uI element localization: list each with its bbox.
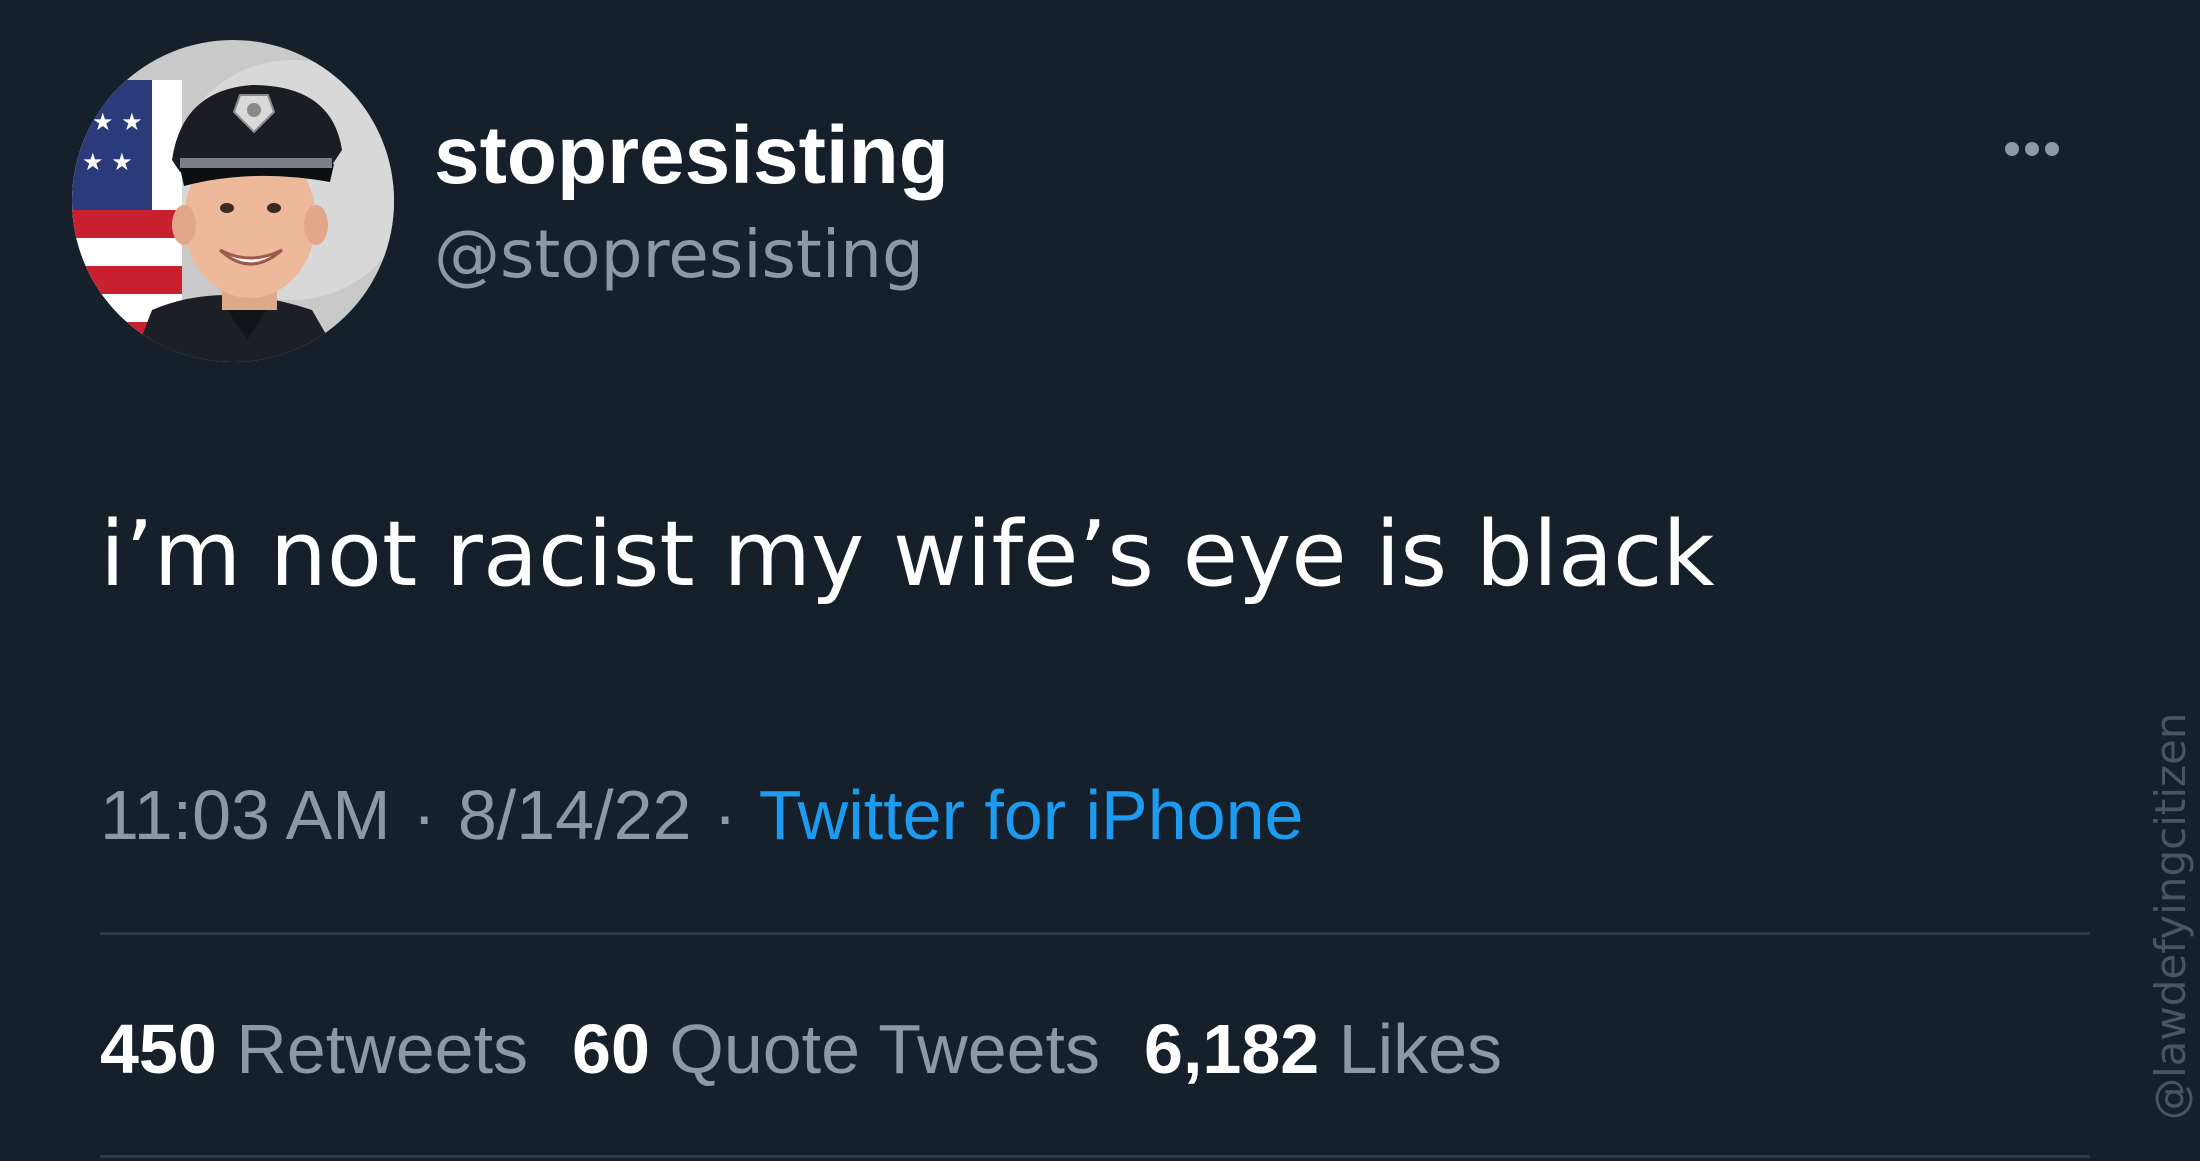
watermark: @lawdefyingcitizen [2146, 712, 2195, 1120]
user-handle[interactable]: @stopresisting [434, 212, 924, 298]
meta-separator: · [412, 776, 436, 854]
tweet-meta: 11:03 AM · 8/14/22 · Twitter for iPhone [100, 770, 1303, 860]
svg-text:★ ★: ★ ★ [92, 108, 143, 136]
svg-text:★ ★: ★ ★ [82, 148, 133, 176]
quote-tweets-label: Quote Tweets [669, 1010, 1101, 1088]
likes-label: Likes [1338, 1010, 1503, 1088]
meta-separator: · [713, 776, 737, 854]
quote-tweets-stat[interactable]: 60 Quote Tweets [572, 1010, 1100, 1088]
divider [100, 932, 2090, 935]
tweet-card: ★ ★ ★ ★ stopresisting @stopresisting i’m… [0, 0, 2200, 1161]
likes-count: 6,182 [1144, 1010, 1320, 1088]
more-options-icon [2005, 142, 2059, 156]
retweets-count: 450 [100, 1010, 217, 1088]
user-display-name[interactable]: stopresisting [434, 108, 949, 204]
quote-tweets-count: 60 [572, 1010, 650, 1088]
likes-stat[interactable]: 6,182 Likes [1144, 1010, 1502, 1088]
tweet-text: i’m not racist my wife’s eye is black [100, 502, 1715, 607]
divider [100, 1155, 2090, 1158]
retweets-stat[interactable]: 450 Retweets [100, 1010, 528, 1088]
tweet-stats: 450 Retweets 60 Quote Tweets 6,182 Likes [100, 1004, 1546, 1094]
police-officer-avatar-icon: ★ ★ ★ ★ [72, 40, 394, 362]
user-avatar[interactable]: ★ ★ ★ ★ [72, 40, 394, 362]
tweet-time[interactable]: 11:03 AM [100, 776, 391, 854]
tweet-source-link[interactable]: Twitter for iPhone [759, 776, 1304, 854]
tweet-date[interactable]: 8/14/22 [458, 776, 692, 854]
more-options-button[interactable] [1992, 124, 2112, 174]
retweets-label: Retweets [236, 1010, 529, 1088]
